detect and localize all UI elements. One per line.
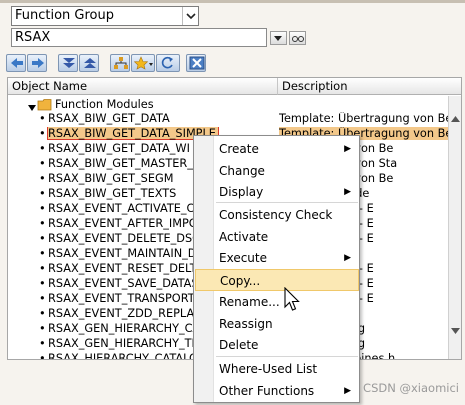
tree-row-name: RSAX_HIERARCHY_CATALO xyxy=(48,352,198,360)
menu-item-other-functions[interactable]: Other Functions ▶ xyxy=(195,380,359,402)
bullet-icon: • xyxy=(39,112,46,125)
forward-arrow-icon[interactable] xyxy=(27,54,47,72)
expand-subtree-icon[interactable] xyxy=(58,54,78,72)
tree-row-name: RSAX_BIW_GET_SEGM xyxy=(48,172,174,185)
bullet-icon: • xyxy=(39,337,46,350)
bullet-icon: • xyxy=(39,187,46,200)
bullet-icon: • xyxy=(39,262,46,275)
submenu-arrow-icon: ▶ xyxy=(344,253,351,263)
bullet-icon: • xyxy=(39,172,46,185)
object-name-value: RSAX xyxy=(15,30,51,45)
submenu-arrow-icon: ▶ xyxy=(344,144,351,154)
folder-icon xyxy=(37,98,53,111)
chevron-down-icon[interactable] xyxy=(182,7,198,25)
bullet-icon: • xyxy=(39,157,46,170)
submenu-arrow-icon: ▶ xyxy=(344,187,351,197)
tree-row-name: RSAX_EVENT_DELETE_DSO xyxy=(48,232,202,245)
menu-item-rename[interactable]: Rename... xyxy=(195,291,359,313)
menu-item-consistency-check[interactable]: Consistency Check xyxy=(195,204,359,226)
menu-item-label: Delete xyxy=(219,338,259,352)
scroll-down-arrow-icon[interactable] xyxy=(451,328,460,334)
top-border xyxy=(0,0,465,3)
column-header-object-name[interactable]: Object Name xyxy=(8,78,278,95)
tree-row-name: RSAX_GEN_HIERARCHY_TR xyxy=(48,337,200,350)
menu-item-label: Create xyxy=(219,142,259,156)
object-name-input[interactable]: RSAX xyxy=(11,28,267,47)
menu-item-reassign[interactable]: Reassign xyxy=(195,313,359,335)
tree-row-name: RSAX_BIW_GET_MASTER_ xyxy=(48,157,193,170)
dropdown-arrow-icon[interactable] xyxy=(270,31,287,45)
tree-row-name: RSAX_EVENT_TRANSPORT xyxy=(48,292,195,305)
menu-item-where-used-list[interactable]: Where-Used List xyxy=(195,358,359,380)
folder-label: Function Modules xyxy=(55,98,154,111)
menu-item-label: Change xyxy=(219,164,265,178)
menu-item-label: Copy... xyxy=(220,274,261,288)
tree-row-name: RSAX_GEN_HIERARCHY_CA xyxy=(48,322,201,335)
menu-item-label: Where-Used List xyxy=(219,362,318,376)
close-icon[interactable] xyxy=(186,54,206,72)
collapse-subtree-icon[interactable] xyxy=(79,54,99,72)
watermark: CSDN @xiaomici xyxy=(363,381,459,395)
menu-item-activate[interactable]: Activate xyxy=(195,226,359,248)
menu-separator xyxy=(216,356,358,357)
menu-item-label: Execute xyxy=(219,251,267,265)
menu-item-execute[interactable]: Execute ▶ xyxy=(195,247,359,269)
bullet-icon: • xyxy=(39,307,46,320)
bullet-icon: • xyxy=(39,142,46,155)
column-header-description[interactable]: Description xyxy=(278,78,461,95)
menu-item-delete[interactable]: Delete xyxy=(195,334,359,356)
tree-row-name: RSAX_EVENT_SAVE_DATAS xyxy=(48,277,199,290)
menu-item-change[interactable]: Change xyxy=(195,160,359,182)
favorites-star-icon[interactable] xyxy=(131,54,155,72)
object-type-select[interactable]: Function Group xyxy=(11,6,199,26)
object-type-value: Function Group xyxy=(15,8,115,23)
scroll-up-arrow-icon[interactable] xyxy=(451,116,460,122)
bullet-icon: • xyxy=(39,232,46,245)
context-menu: Create ▶ Change Display ▶ Consistency Check Ac… xyxy=(193,135,360,403)
menu-item-label: Activate xyxy=(219,230,269,244)
menu-item-copy[interactable]: Copy... xyxy=(195,269,359,291)
bullet-icon: • xyxy=(39,352,46,360)
toolbar xyxy=(6,52,461,75)
expanded-triangle-icon[interactable] xyxy=(28,101,36,111)
menu-item-label: Reassign xyxy=(219,317,273,331)
refresh-icon[interactable] xyxy=(156,54,180,72)
tree-row-name: RSAX_EVENT_MAINTAIN_D xyxy=(48,247,197,260)
menu-item-display[interactable]: Display ▶ xyxy=(195,181,359,203)
bullet-icon: • xyxy=(39,127,46,140)
menu-item-create[interactable]: Create ▶ xyxy=(195,138,359,160)
back-arrow-icon[interactable] xyxy=(6,54,26,72)
tree-row-name: RSAX_EVENT_AFTER_IMPO xyxy=(48,217,198,230)
bullet-icon: • xyxy=(39,247,46,260)
tree-row-name: RSAX_EVENT_RESET_DELT xyxy=(48,262,197,275)
mouse-pointer-icon xyxy=(284,287,300,311)
tree-row-name: RSAX_BIW_GET_DATA_WI xyxy=(48,142,190,155)
tree-row-description: Template: Übertragung von Be xyxy=(279,112,449,125)
tree-row[interactable]: • RSAX_BIW_GET_DATA Template: Übertragung … xyxy=(8,112,449,125)
menu-item-label: Display xyxy=(219,185,264,199)
tree-row-name: RSAX_BIW_GET_DATA xyxy=(48,112,170,125)
vertical-scrollbar[interactable] xyxy=(448,96,461,359)
bullet-icon: • xyxy=(39,277,46,290)
menu-item-label: Rename... xyxy=(219,295,280,309)
bullet-icon: • xyxy=(39,292,46,305)
hierarchy-icon[interactable] xyxy=(110,54,130,72)
bullet-icon: • xyxy=(39,322,46,335)
display-glasses-icon[interactable] xyxy=(289,31,306,45)
bullet-icon: • xyxy=(39,217,46,230)
submenu-arrow-icon: ▶ xyxy=(344,386,351,396)
tree-row-name: RSAX_EVENT_ZDD_REPLAY xyxy=(48,307,201,320)
menu-item-label: Consistency Check xyxy=(219,208,333,222)
menu-item-label: Other Functions xyxy=(219,384,315,398)
tree-row-name: RSAX_BIW_GET_TEXTS xyxy=(48,187,177,200)
tree-row-name: RSAX_EVENT_ACTIVATE_C xyxy=(48,202,195,215)
tree-folder-function-modules[interactable]: Function Modules xyxy=(8,98,449,111)
bullet-icon: • xyxy=(39,202,46,215)
